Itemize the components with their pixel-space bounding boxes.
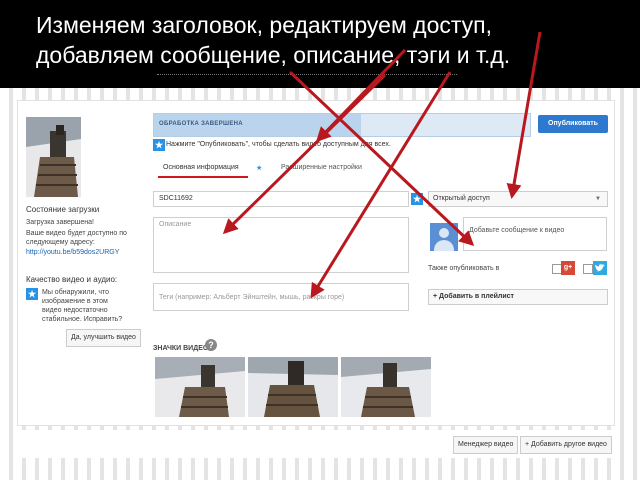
privacy-select[interactable]: Открытый доступ ▼	[428, 191, 608, 207]
publish-button[interactable]: Опубликовать	[538, 115, 608, 133]
tab-basic-info[interactable]: Основная информация	[163, 164, 239, 171]
tab-advanced-settings[interactable]: Расширенные настройки	[281, 164, 362, 171]
video-manager-button[interactable]: Менеджер видео	[453, 436, 519, 454]
share-message-input[interactable]: Добавьте сообщение к видео	[463, 217, 607, 251]
thumbnail-option-1[interactable]	[155, 357, 245, 417]
tags-input[interactable]: Теги (например: Альберт Эйнштейн, мышь, …	[153, 283, 409, 311]
twitter-bird-icon	[593, 261, 607, 275]
help-icon[interactable]: ?	[205, 339, 217, 351]
video-thumbnail-main	[26, 117, 81, 197]
tab-basic-star-icon: ★	[256, 165, 263, 172]
available-text-2: следующему адресу:	[26, 239, 95, 246]
available-text-1: Ваше видео будет доступно по	[26, 230, 127, 237]
upload-page: Состояние загрузки Загрузка завершена! В…	[17, 100, 615, 426]
thumbnails-label: ЗНАЧКИ ВИДЕО	[153, 345, 209, 352]
google-plus-icon: g+	[561, 261, 575, 275]
quality-message-4: стабильное. Исправить?	[42, 316, 123, 323]
title-info-icon: ★	[411, 193, 423, 205]
share-twitter-checkbox[interactable]	[583, 264, 593, 274]
title-line-1: Изменяем заголовок, редактируем доступ,	[36, 12, 493, 38]
thumbnail-option-3[interactable]	[341, 357, 431, 417]
avatar-silhouette-icon	[430, 223, 458, 251]
processing-status-bar: ОБРАБОТКА ЗАВЕРШЕНА	[153, 113, 531, 137]
privacy-select-value: Открытый доступ	[433, 195, 490, 202]
slide-title: Изменяем заголовок, редактируем доступ, …	[36, 10, 626, 70]
dotted-underline	[157, 74, 457, 75]
improve-video-button[interactable]: Да, улучшить видео	[66, 329, 141, 347]
slide-banner: Изменяем заголовок, редактируем доступ, …	[0, 0, 640, 88]
thumbnail-option-2[interactable]	[248, 357, 338, 417]
quality-message-3: видео недостаточно	[42, 307, 108, 314]
upload-status-text: Загрузка завершена!	[26, 219, 94, 226]
page-footer: Менеджер видео + Добавить другое видео	[17, 430, 613, 458]
add-another-video-button[interactable]: + Добавить другое видео	[520, 436, 612, 454]
description-textarea[interactable]: Описание	[153, 217, 409, 273]
info-star-icon: ★	[153, 139, 165, 151]
quality-heading: Качество видео и аудио:	[26, 275, 118, 284]
upload-status-heading: Состояние загрузки	[26, 205, 100, 214]
chevron-down-icon: ▼	[595, 196, 601, 202]
add-to-playlist-button[interactable]: + Добавить в плейлист	[428, 289, 608, 305]
title-line-2: добавляем сообщение, описание, тэги и т.…	[36, 42, 511, 68]
video-title-input[interactable]: SDC11692	[153, 191, 409, 207]
quality-message-1: Мы обнаружили, что	[42, 289, 110, 296]
active-tab-indicator	[158, 176, 248, 178]
video-url-link[interactable]: http://youtu.be/b59dos2URGY	[26, 248, 119, 257]
quality-message-2: изображение в этом	[42, 298, 108, 305]
publish-tip: Нажмите "Опубликовать", чтобы сделать ви…	[166, 141, 391, 148]
info-star-icon: ★	[26, 288, 38, 300]
also-share-label: Также опубликовать в	[428, 265, 500, 272]
processing-status-text: ОБРАБОТКА ЗАВЕРШЕНА	[159, 121, 243, 127]
